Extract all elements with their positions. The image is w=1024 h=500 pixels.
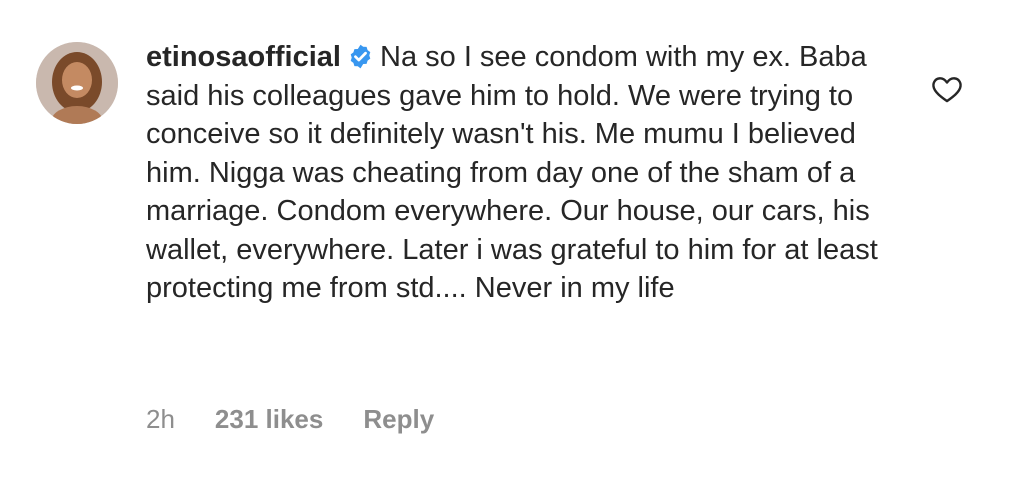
reply-button[interactable]: Reply [363, 404, 434, 434]
avatar[interactable] [36, 42, 118, 124]
comment-body: etinosaofficial Na so I see condom with … [146, 38, 886, 308]
comment-text: Na so I see condom with my ex. Baba said… [146, 41, 878, 304]
username[interactable]: etinosaofficial [146, 41, 341, 73]
likes-count[interactable]: 231 likes [215, 404, 323, 434]
comment-meta: 2h 231 likes Reply [146, 404, 474, 435]
timestamp: 2h [146, 404, 175, 434]
comment: etinosaofficial Na so I see condom with … [0, 0, 1024, 500]
heart-outline-icon[interactable] [930, 72, 964, 106]
verified-badge-icon [350, 44, 371, 69]
avatar-image [36, 42, 118, 124]
